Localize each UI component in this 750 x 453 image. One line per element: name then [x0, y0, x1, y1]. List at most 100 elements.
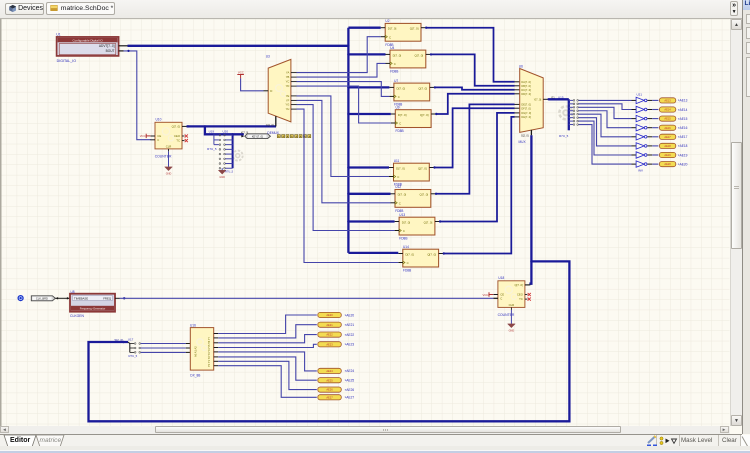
svg-text:R7U_5: R7U_5: [129, 354, 138, 358]
svg-text:CLR: CLR: [166, 145, 172, 149]
svg-text:DB[7..0]: DB[7..0]: [521, 84, 531, 88]
svg-text:DX_8B: DX_8B: [190, 374, 200, 378]
svg-text:C: C: [157, 138, 159, 142]
svg-text:»AE22: »AE22: [345, 333, 355, 337]
svg-text:C: C: [399, 122, 401, 126]
svg-text:R7U_5: R7U_5: [559, 134, 569, 138]
svg-text:YH: YH: [286, 107, 290, 111]
svg-text:C: C: [500, 296, 502, 300]
svg-text:COUNTER: COUNTER: [498, 313, 515, 317]
svg-text:Q[7..0]: Q[7..0]: [424, 220, 433, 224]
svg-text:U16: U16: [190, 324, 196, 328]
svg-text:YG: YG: [285, 103, 289, 107]
svg-text:VCC: VCC: [140, 134, 146, 138]
svg-text:K[1..0]: K[1..0]: [266, 124, 274, 127]
svg-text:DE[7..0]: DE[7..0]: [521, 103, 531, 107]
svg-text:AE26: AE26: [326, 388, 333, 392]
svg-text:C: C: [403, 229, 405, 233]
svg-text:AE20: AE20: [326, 313, 333, 317]
svg-text:Q[7..0]: Q[7..0]: [514, 283, 523, 287]
svg-text:MUX: MUX: [519, 140, 527, 144]
svg-text:»AE20: »AE20: [678, 162, 688, 166]
svg-text:AE20: AE20: [664, 162, 671, 166]
svg-text:CEO: CEO: [517, 292, 524, 296]
svg-text:D[7..0]: D[7..0]: [402, 220, 411, 224]
svg-text:Q[7..0]: Q[7..0]: [427, 252, 436, 256]
svg-text:FREQ: FREQ: [103, 296, 112, 300]
svg-text:U8: U8: [71, 290, 75, 294]
svg-text:Configurable Digital IO: Configurable Digital IO: [73, 39, 104, 43]
svg-text:Q[7..0]: Q[7..0]: [418, 166, 427, 170]
svg-text:FD8B: FD8B: [390, 70, 398, 74]
svg-text:D[7..0]: D[7..0]: [388, 27, 397, 31]
svg-text:C: C: [394, 62, 396, 66]
svg-text:U7: U7: [394, 79, 398, 83]
svg-text:»AE27: »AE27: [345, 396, 355, 400]
svg-text:»AE26: »AE26: [345, 388, 355, 392]
svg-text:DG[7..0]: DG[7..0]: [521, 111, 531, 115]
svg-text:DA[7..0]: DA[7..0]: [521, 80, 531, 84]
svg-text:»AE16: »AE16: [678, 126, 688, 130]
svg-text:R7U_5: R7U_5: [225, 170, 234, 174]
svg-text:AE14: AE14: [664, 108, 671, 112]
svg-text:D[7..0]: D[7..0]: [393, 53, 402, 57]
svg-text:S[2..0]: S[2..0]: [521, 133, 529, 137]
svg-text:AE13: AE13: [664, 99, 671, 103]
svg-text:YA: YA: [286, 71, 290, 75]
svg-text:»AE18: »AE18: [678, 144, 688, 148]
svg-text:Y[7..0]: Y[7..0]: [534, 97, 542, 101]
svg-text:U3: U3: [266, 55, 270, 59]
svg-text:C: C: [407, 261, 409, 265]
svg-text:C: C: [399, 202, 401, 206]
svg-text:U6: U6: [519, 64, 523, 68]
svg-text:»AE21: »AE21: [345, 323, 355, 327]
svg-text:S[2..0]: S[2..0]: [114, 338, 123, 342]
svg-text:AE24: AE24: [326, 369, 333, 373]
svg-text:U19: U19: [209, 130, 215, 134]
svg-text:AE25: AE25: [326, 378, 333, 382]
svg-text:GND: GND: [166, 173, 172, 176]
svg-text:U4: U4: [390, 46, 394, 50]
svg-text:FD8B: FD8B: [403, 269, 411, 273]
svg-text:U1: U1: [56, 33, 60, 37]
svg-text:VCC: VCC: [482, 293, 488, 297]
svg-text:U14: U14: [403, 245, 409, 249]
svg-text:U18: U18: [498, 276, 504, 280]
svg-text:C: C: [389, 35, 391, 39]
svg-text:»AE23: »AE23: [345, 343, 355, 347]
svg-text:Q[7..0]: Q[7..0]: [420, 193, 429, 197]
svg-text:COUNTER: COUNTER: [155, 154, 172, 158]
svg-text:Q[7..0]: Q[7..0]: [415, 53, 424, 57]
svg-text:D[7..0]: D[7..0]: [396, 166, 405, 170]
svg-text:»AE17: »AE17: [678, 135, 688, 139]
svg-text:AE15: AE15: [664, 117, 671, 121]
svg-text:C: C: [397, 175, 399, 179]
svg-text:GND: GND: [509, 330, 515, 333]
svg-text:YB: YB: [286, 75, 290, 79]
svg-text:DH[7..0]: DH[7..0]: [521, 115, 531, 119]
svg-text:»AE14: »AE14: [678, 108, 688, 112]
svg-text:AE17: AE17: [664, 135, 671, 139]
svg-text:D: D: [270, 89, 272, 93]
svg-text:»AE25: »AE25: [345, 379, 355, 383]
svg-text:FD8B: FD8B: [399, 237, 407, 241]
svg-text:AE21: AE21: [326, 323, 333, 327]
svg-text:AE22: AE22: [326, 333, 333, 337]
svg-text:YD: YD: [286, 84, 290, 88]
svg-text:DC[7..0]: DC[7..0]: [521, 88, 531, 92]
svg-text:YE: YE: [286, 94, 290, 98]
svg-text:Q[7..0]: Q[7..0]: [172, 125, 181, 129]
svg-text:U17: U17: [128, 337, 134, 341]
svg-text:Q[7..0]: Q[7..0]: [420, 113, 429, 117]
svg-text:Q[7..0]: Q[7..0]: [418, 86, 427, 90]
svg-text:DEMUX: DEMUX: [267, 131, 279, 135]
svg-text:AE27: AE27: [326, 395, 333, 399]
svg-text:AE23: AE23: [326, 342, 333, 346]
svg-text:AE19: AE19: [664, 153, 671, 157]
svg-text:U9: U9: [396, 105, 400, 109]
svg-text:U12: U12: [395, 185, 401, 189]
svg-text:D[7..0]: D[7..0]: [405, 252, 414, 256]
svg-text:U11: U11: [394, 159, 400, 163]
svg-text:BOUT: BOUT: [106, 49, 115, 53]
svg-text:DF[7..0]: DF[7..0]: [521, 106, 531, 110]
